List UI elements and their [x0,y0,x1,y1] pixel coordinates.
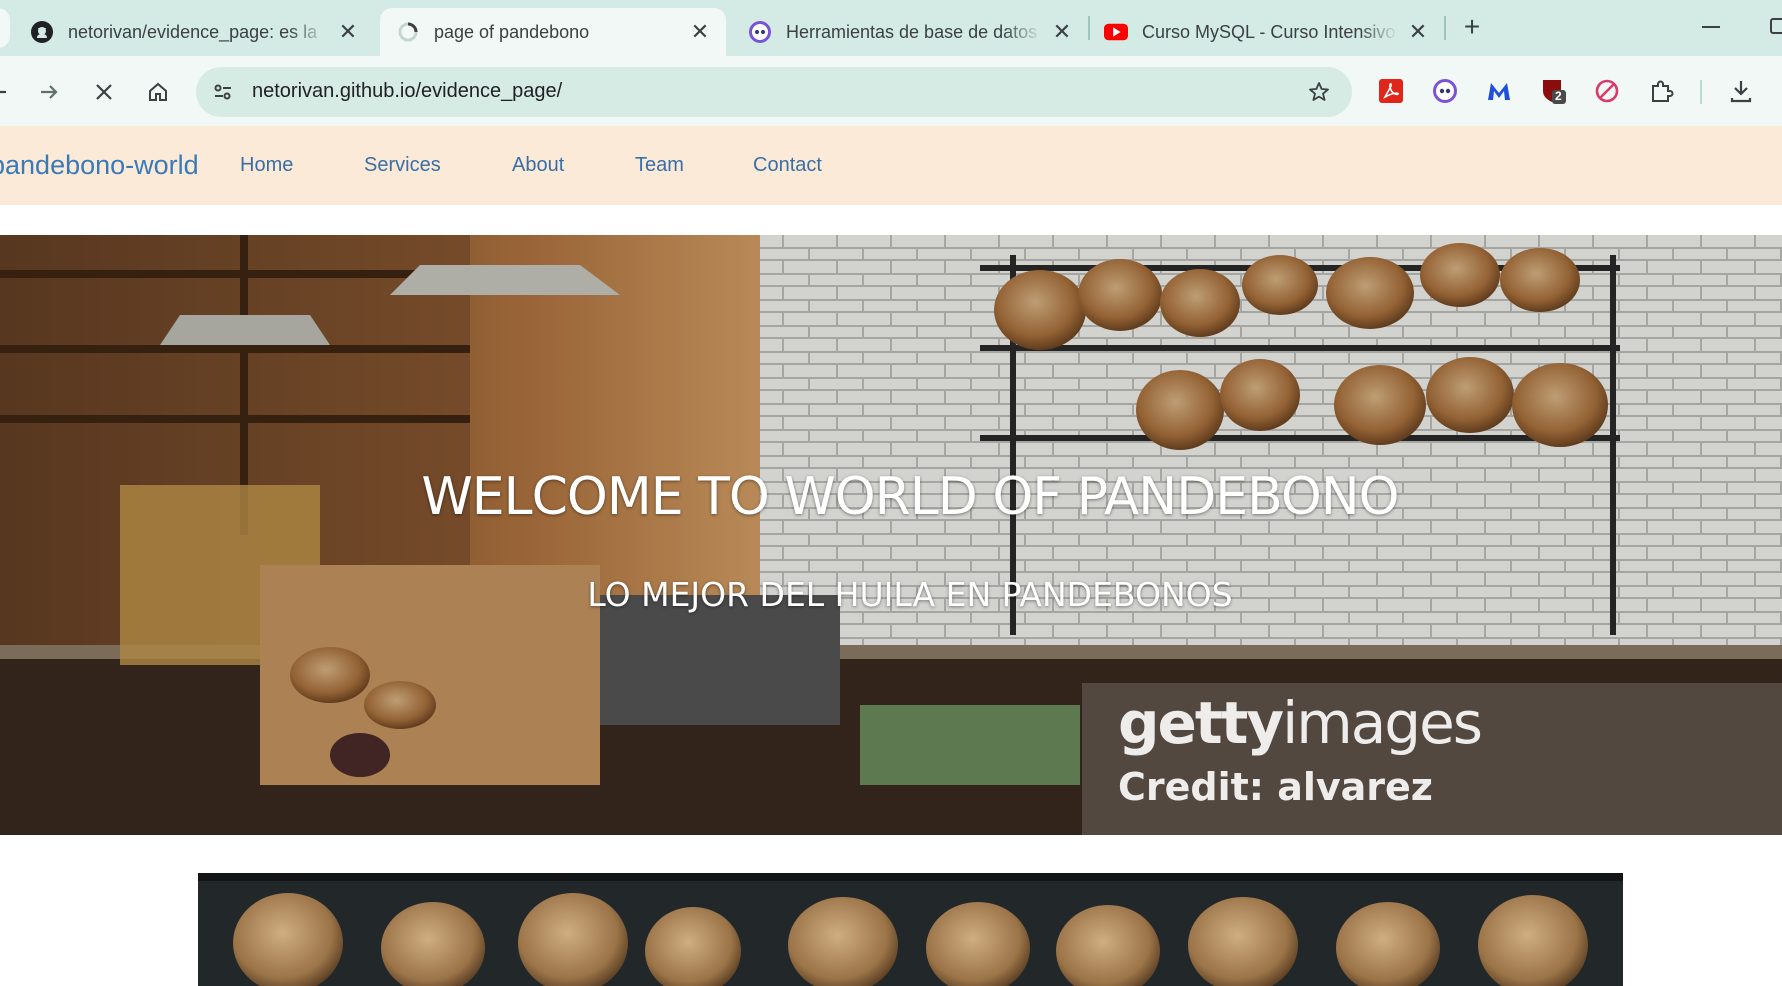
ublock-extension-icon[interactable]: 2 [1538,76,1568,106]
tab-title: Herramientas de base de datos [786,21,1038,42]
page-viewport: pandebono-world Home Services About Team… [0,126,1782,986]
puzzle-extensions-icon[interactable] [1646,76,1676,106]
tab-github[interactable]: netorivan/evidence_page: es la ✕ [30,8,360,56]
tab-separator [1444,16,1446,40]
devtools-ext-icon [748,20,772,44]
home-button[interactable] [142,76,174,108]
ublock-badge: 2 [1555,89,1562,103]
tab-separator [1088,16,1090,40]
maximize-icon[interactable] [1770,18,1782,34]
site-navbar: pandebono-world Home Services About Team… [0,126,1782,205]
bookmark-star-icon[interactable] [1304,77,1334,107]
download-icon[interactable] [1726,76,1756,106]
tab-title: page of pandebono [434,21,590,42]
close-icon[interactable]: ✕ [1050,19,1074,44]
github-icon [30,20,54,44]
youtube-icon [1104,20,1128,44]
getty-watermark: gettyimages Credit: alvarez [1082,683,1782,835]
nav-contact[interactable]: Contact [753,154,822,177]
nav-home[interactable]: Home [240,154,293,177]
address-bar[interactable]: netorivan.github.io/evidence_page/ [196,67,1352,117]
tab-title: Curso MySQL - Curso Intensivo [1142,21,1396,42]
hero-banner: WELCOME TO WORLD OF PANDEBONO LO MEJOR D… [0,235,1782,835]
close-icon[interactable]: ✕ [688,19,712,44]
hero-subtitle: LO MEJOR DEL HUILA EN PANDEBONOS [587,575,1233,614]
nav-about[interactable]: About [512,154,564,177]
bread-gallery-image [198,873,1623,986]
tab-pandebono[interactable]: page of pandebono ✕ [380,8,726,56]
new-tab-button[interactable]: + [1458,13,1486,42]
close-icon[interactable]: ✕ [1406,19,1430,44]
back-button[interactable] [0,76,14,108]
site-info-icon[interactable] [208,77,238,107]
tab-edge-stub [0,8,10,48]
close-icon[interactable]: ✕ [336,19,360,44]
malwarebytes-extension-icon[interactable] [1484,76,1514,106]
watermark-brand: gettyimages [1118,689,1483,757]
nav-team[interactable]: Team [635,154,684,177]
tab-strip: netorivan/evidence_page: es la ✕ page of… [0,0,1782,56]
toolbar-separator [1700,80,1702,104]
stop-loading-button[interactable] [88,76,120,108]
site-brand[interactable]: pandebono-world [0,150,199,181]
url-text[interactable]: netorivan.github.io/evidence_page/ [252,80,562,103]
block-extension-icon[interactable] [1592,76,1622,106]
watermark-credit: Credit: alvarez [1118,765,1433,809]
devtools-extension-icon[interactable] [1430,76,1460,106]
forward-button[interactable] [33,76,65,108]
tab-youtube[interactable]: Curso MySQL - Curso Intensivo ✕ [1104,8,1430,56]
tab-title: netorivan/evidence_page: es la [68,21,318,42]
tab-database-tools[interactable]: Herramientas de base de datos ✕ [748,8,1074,56]
hero-title: WELCOME TO WORLD OF PANDEBONO [421,467,1399,527]
pdf-extension-icon[interactable] [1376,76,1406,106]
page-loading-icon [396,20,420,44]
nav-services[interactable]: Services [364,154,441,177]
browser-toolbar: netorivan.github.io/evidence_page/ 2 [0,56,1782,126]
minimize-icon[interactable] [1702,26,1720,28]
